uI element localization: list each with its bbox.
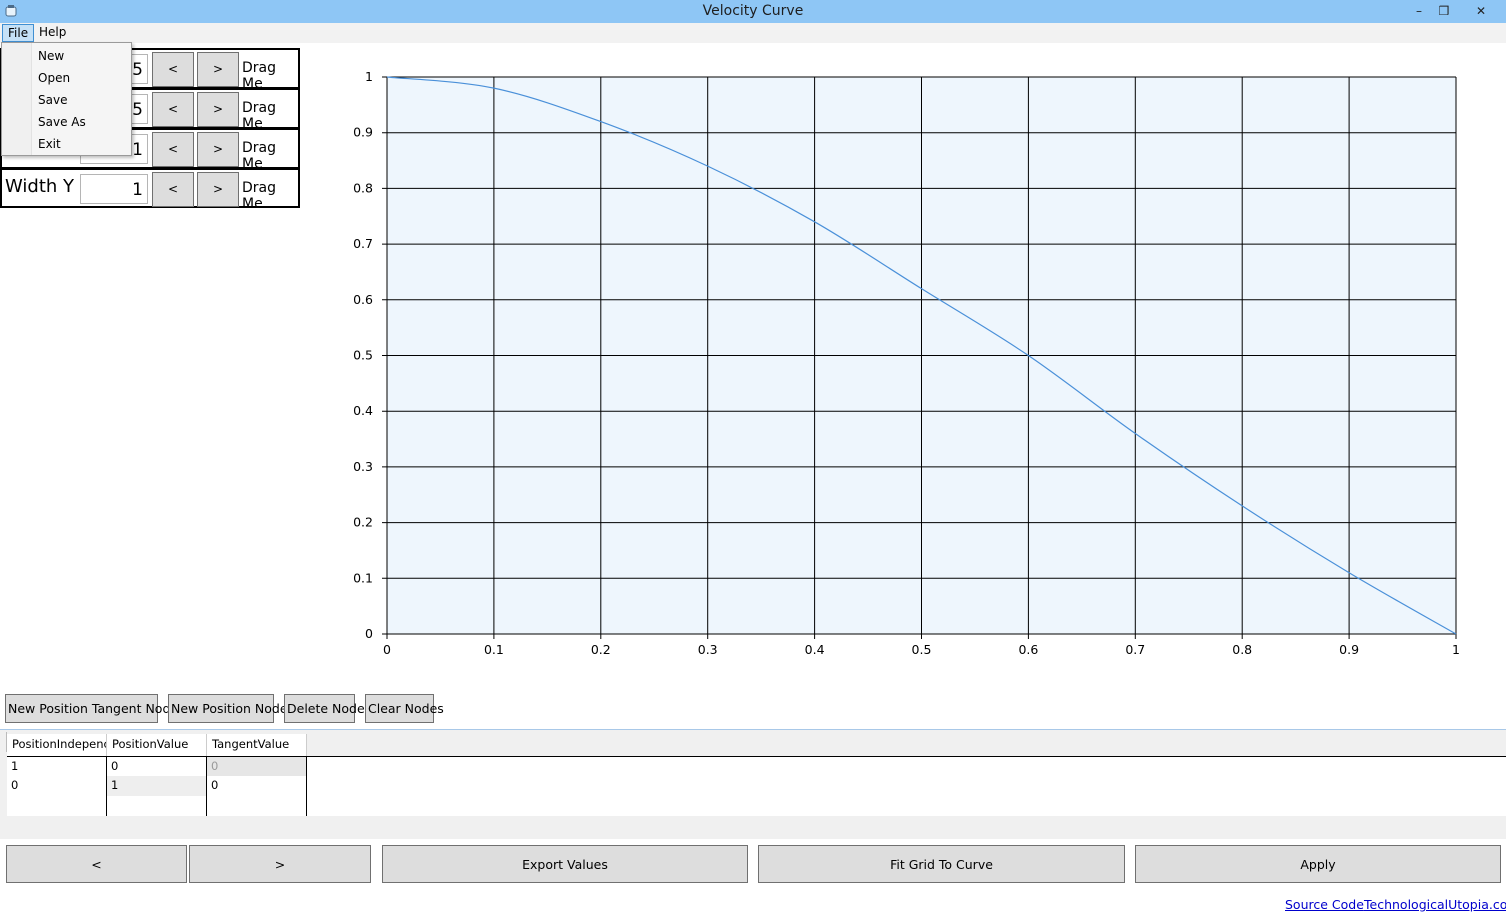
y-tick-label: 0.3 [353, 459, 373, 474]
file-menu-dropdown: New Open Save Save As Exit [1, 42, 132, 156]
table-row[interactable]: 1 0 0 [7, 756, 1506, 777]
y-tick-label: 0.1 [353, 570, 373, 585]
menu-item-save[interactable]: Save [38, 93, 67, 107]
increment-button[interactable]: > [197, 132, 239, 167]
x-tick-label: 0.1 [484, 642, 504, 657]
x-tick-label: 0.2 [591, 642, 611, 657]
table-filler [307, 796, 1506, 816]
table-cell[interactable]: 1 [107, 776, 207, 796]
y-tick-label: 0.7 [353, 236, 373, 251]
menu-file[interactable]: File [2, 24, 35, 42]
table-cell[interactable]: 0 [207, 776, 307, 796]
y-tick-label: 0.4 [353, 403, 373, 418]
column-header[interactable]: TangentValue [207, 734, 307, 756]
table-body: 1 0 0 0 1 0 [7, 756, 1506, 816]
table-row[interactable]: 0 1 0 [7, 776, 1506, 796]
x-tick-label: 0 [383, 642, 391, 657]
decrement-button[interactable]: < [152, 132, 194, 167]
table-cell[interactable] [107, 796, 207, 816]
y-tick-label: 1 [365, 69, 373, 84]
menu-item-new[interactable]: New [38, 49, 64, 63]
close-button[interactable]: ✕ [1458, 0, 1504, 22]
table-cell[interactable] [207, 796, 307, 816]
restore-button[interactable]: ❒ [1430, 0, 1458, 22]
export-values-button[interactable]: Export Values [382, 845, 748, 883]
x-tick-label: 0.5 [912, 642, 932, 657]
table-cell[interactable]: 1 [7, 757, 107, 777]
increment-button[interactable]: > [197, 172, 239, 207]
column-header[interactable]: PositionIndepenc [7, 734, 107, 756]
new-position-tangent-node-button[interactable]: New Position Tangent Node [5, 694, 178, 723]
drag-handle[interactable]: Drag Me [242, 180, 298, 212]
property-label: Width Y [5, 176, 75, 197]
new-position-node-button[interactable]: New Position Node [168, 694, 288, 723]
menu-help[interactable]: Help [34, 24, 71, 42]
y-tick-label: 0.9 [353, 125, 373, 140]
decrement-button[interactable]: < [152, 52, 194, 87]
node-table: PositionIndepenc PositionValue TangentVa… [6, 732, 1506, 816]
table-row-new[interactable] [7, 796, 1506, 816]
x-tick-label: 0.7 [1125, 642, 1145, 657]
x-tick-label: 0.3 [698, 642, 718, 657]
next-button[interactable]: > [189, 845, 371, 883]
velocity-curve-chart[interactable]: 0 0.1 0.2 0.3 0.4 0.5 0.6 0.7 0.8 0.9 1 0 0.1 0.2 0.3 0… [340, 60, 1490, 670]
y-tick-label: 0 [365, 626, 373, 641]
apply-button[interactable]: Apply [1135, 845, 1501, 883]
node-table-area: PositionIndepenc PositionValue TangentVa… [0, 729, 1506, 839]
menu-icon-column [2, 43, 32, 155]
increment-button[interactable]: > [197, 52, 239, 87]
table-cell[interactable]: 0 [107, 757, 207, 777]
source-code-link[interactable]: Source Code [1285, 897, 1364, 912]
decrement-button[interactable]: < [152, 172, 194, 207]
x-tick-label: 0.9 [1339, 642, 1359, 657]
delete-node-button[interactable]: Delete Node [284, 694, 365, 723]
table-cell[interactable] [7, 796, 107, 816]
increment-button[interactable]: > [197, 92, 239, 127]
y-tick-label: 0.6 [353, 292, 373, 307]
table-cell[interactable]: 0 [207, 757, 307, 777]
menu-item-exit[interactable]: Exit [38, 137, 61, 151]
x-tick-label: 0.4 [805, 642, 825, 657]
column-header[interactable]: PositionValue [107, 734, 207, 756]
y-tick-label: 0.5 [353, 348, 373, 363]
table-filler [307, 757, 1506, 777]
fit-grid-to-curve-button[interactable]: Fit Grid To Curve [758, 845, 1125, 883]
property-row: Width Y 1 < > Drag Me [0, 168, 300, 212]
website-link[interactable]: TechnologicalUtopia.com [1364, 897, 1506, 912]
x-tick-label: 1 [1452, 642, 1460, 657]
table-header-row: PositionIndepenc PositionValue TangentVa… [7, 732, 1506, 756]
clear-nodes-button[interactable]: Clear Nodes [365, 694, 444, 723]
menu-item-open[interactable]: Open [38, 71, 70, 85]
menu-bar: File Help [0, 23, 1506, 43]
table-filler [307, 776, 1506, 796]
decrement-button[interactable]: < [152, 92, 194, 127]
property-value-field[interactable]: 1 [80, 174, 148, 204]
title-bar: Velocity Curve – ❒ ✕ [0, 0, 1506, 23]
x-tick-label: 0.8 [1232, 642, 1252, 657]
window-title: Velocity Curve [702, 3, 804, 19]
chart-svg[interactable]: 0 0.1 0.2 0.3 0.4 0.5 0.6 0.7 0.8 0.9 1 0 0.1 0.2 0.3 0… [340, 60, 1490, 670]
menu-item-save-as[interactable]: Save As [38, 115, 86, 129]
table-cell[interactable]: 0 [7, 776, 107, 796]
minimize-button[interactable]: – [1405, 0, 1433, 22]
previous-button[interactable]: < [6, 845, 187, 883]
y-tick-label: 0.8 [353, 180, 373, 195]
y-tick-label: 0.2 [353, 515, 373, 530]
x-tick-label: 0.6 [1018, 642, 1038, 657]
